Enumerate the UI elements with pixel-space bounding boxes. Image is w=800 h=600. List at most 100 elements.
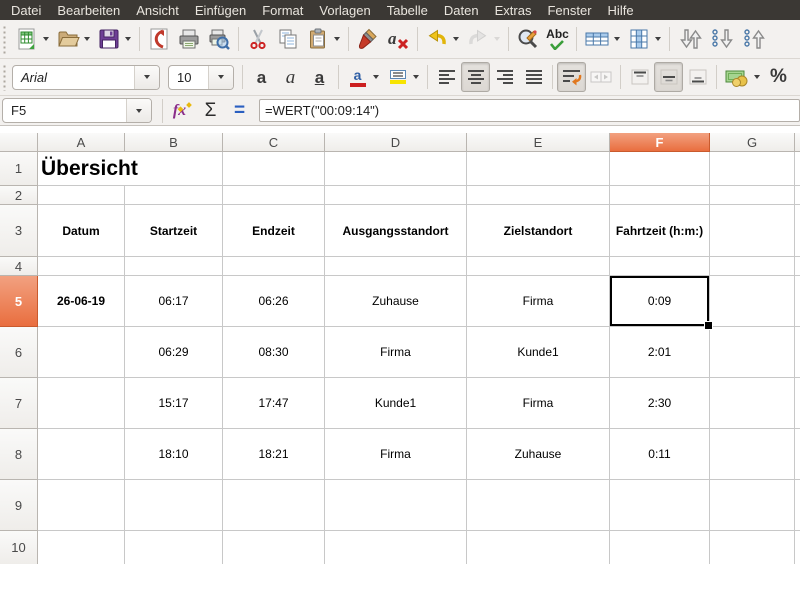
row-header-9[interactable]: 9: [0, 480, 38, 531]
cell-reference[interactable]: F5: [3, 103, 126, 118]
paste-button[interactable]: [303, 24, 333, 54]
undo-button[interactable]: [422, 24, 452, 54]
cell-F2[interactable]: [610, 186, 710, 205]
row-header-3[interactable]: 3: [0, 205, 38, 257]
cell-A3[interactable]: Datum: [38, 205, 125, 257]
cell-E4[interactable]: [467, 257, 610, 276]
italic-button[interactable]: a: [276, 62, 305, 92]
cell-B7[interactable]: 15:17: [125, 378, 223, 429]
row-header-2[interactable]: 2: [0, 186, 38, 205]
align-center-button[interactable]: [461, 62, 490, 92]
cell-G6[interactable]: [710, 327, 795, 378]
cell-B9[interactable]: [125, 480, 223, 531]
font-size-combobox[interactable]: 10: [168, 65, 234, 90]
row-header-1[interactable]: 1: [0, 152, 38, 186]
cell-G10[interactable]: [710, 531, 795, 564]
cell-E8[interactable]: Zuhause: [467, 429, 610, 480]
menu-item-tabelle[interactable]: Tabelle: [379, 1, 436, 20]
column-dropdown[interactable]: [655, 37, 661, 41]
currency-dropdown[interactable]: [754, 75, 760, 79]
new-document-dropdown[interactable]: [43, 37, 49, 41]
cell-E10[interactable]: [467, 531, 610, 564]
cell-E9[interactable]: [467, 480, 610, 531]
menu-item-extras[interactable]: Extras: [487, 1, 540, 20]
font-size-value[interactable]: 10: [169, 70, 208, 85]
row-header-6[interactable]: 6: [0, 327, 38, 378]
column-header-E[interactable]: E: [467, 133, 610, 152]
cell-D3[interactable]: Ausgangsstandort: [325, 205, 467, 257]
select-all-corner[interactable]: [0, 133, 38, 152]
cell-A6[interactable]: [38, 327, 125, 378]
cell-G8[interactable]: [710, 429, 795, 480]
cell-D7[interactable]: Kunde1: [325, 378, 467, 429]
cell-A5[interactable]: 26-06-19: [38, 276, 125, 327]
cell-A4[interactable]: [38, 257, 125, 276]
sort-button[interactable]: [674, 24, 706, 54]
cell-C3[interactable]: Endzeit: [223, 205, 325, 257]
align-right-button[interactable]: [490, 62, 519, 92]
open-dropdown[interactable]: [84, 37, 90, 41]
cell-F10[interactable]: [610, 531, 710, 564]
wrap-text-button[interactable]: [557, 62, 586, 92]
sum-button[interactable]: Σ: [196, 96, 225, 126]
cell-C9[interactable]: [223, 480, 325, 531]
underline-button[interactable]: a: [305, 62, 334, 92]
menu-item-fenster[interactable]: Fenster: [539, 1, 599, 20]
row-header-5[interactable]: 5: [0, 276, 38, 327]
toolbar-drag-handle[interactable]: [2, 63, 8, 91]
cell-D1[interactable]: [325, 152, 467, 186]
row-header-8[interactable]: 8: [0, 429, 38, 480]
copy-button[interactable]: [273, 24, 303, 54]
name-box-dropdown[interactable]: [126, 99, 151, 122]
save-dropdown[interactable]: [125, 37, 131, 41]
cell-C8[interactable]: 18:21: [223, 429, 325, 480]
cell-E6[interactable]: Kunde1: [467, 327, 610, 378]
toolbar-drag-handle[interactable]: [2, 24, 8, 54]
print-button[interactable]: [174, 24, 204, 54]
cell-D10[interactable]: [325, 531, 467, 564]
cell-D8[interactable]: Firma: [325, 429, 467, 480]
cell-A10[interactable]: [38, 531, 125, 564]
find-replace-button[interactable]: [513, 24, 543, 54]
cell-C4[interactable]: [223, 257, 325, 276]
menu-item-einfügen[interactable]: Einfügen: [187, 1, 254, 20]
cell-A7[interactable]: [38, 378, 125, 429]
clone-formatting-button[interactable]: [353, 24, 383, 54]
cell-D9[interactable]: [325, 480, 467, 531]
undo-dropdown[interactable]: [453, 37, 459, 41]
cell-D2[interactable]: [325, 186, 467, 205]
sort-ascending-button[interactable]: [738, 24, 770, 54]
cell-D5[interactable]: Zuhause: [325, 276, 467, 327]
menu-item-vorlagen[interactable]: Vorlagen: [311, 1, 378, 20]
menu-item-daten[interactable]: Daten: [436, 1, 487, 20]
menu-item-bearbeiten[interactable]: Bearbeiten: [49, 1, 128, 20]
row-header-10[interactable]: 10: [0, 531, 38, 564]
bold-button[interactable]: a: [247, 62, 276, 92]
cell-E1[interactable]: [467, 152, 610, 186]
column-button[interactable]: [624, 24, 654, 54]
export-pdf-button[interactable]: [144, 24, 174, 54]
cell-D4[interactable]: [325, 257, 467, 276]
cell-B6[interactable]: 06:29: [125, 327, 223, 378]
percent-button[interactable]: %: [764, 62, 793, 92]
row-header-4[interactable]: 4: [0, 257, 38, 276]
center-vertically-button[interactable]: [654, 62, 683, 92]
cell-A2[interactable]: [38, 186, 125, 205]
cell-A9[interactable]: [38, 480, 125, 531]
align-bottom-button[interactable]: [683, 62, 712, 92]
cell-F1[interactable]: [610, 152, 710, 186]
function-wizard-button[interactable]: fx: [167, 96, 196, 126]
name-box[interactable]: F5: [2, 98, 152, 123]
formula-button[interactable]: =: [225, 96, 254, 126]
highlighting-color-button[interactable]: [383, 62, 412, 92]
cell-A8[interactable]: [38, 429, 125, 480]
cell-B3[interactable]: Startzeit: [125, 205, 223, 257]
clear-formatting-button[interactable]: a: [383, 24, 413, 54]
open-button[interactable]: [53, 24, 83, 54]
cell-G5[interactable]: [710, 276, 795, 327]
column-header-D[interactable]: D: [325, 133, 467, 152]
cell-B5[interactable]: 06:17: [125, 276, 223, 327]
font-name-combobox[interactable]: Arial: [12, 65, 160, 90]
column-header-G[interactable]: G: [710, 133, 795, 152]
cell-F3[interactable]: Fahrtzeit (h:m:): [610, 205, 710, 257]
